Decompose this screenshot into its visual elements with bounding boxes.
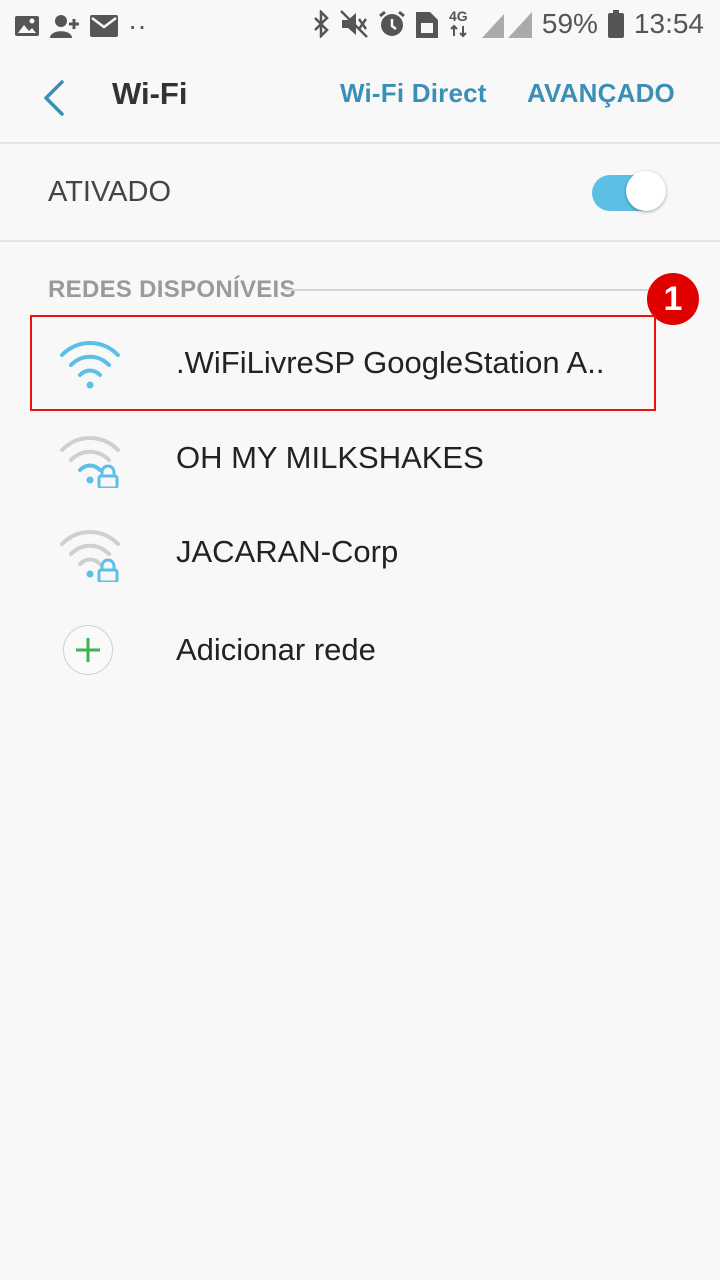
clock: 13:54 [633,8,704,39]
battery-percent: 59% [541,8,598,39]
battery-icon [607,10,624,38]
add-contact-icon [50,13,80,39]
status-dots: ·· [128,10,147,41]
section-line [285,289,665,291]
wifi-lock-icon [58,432,122,490]
toggle-label: ATIVADO [48,176,171,208]
network-name: OH MY MILKSHAKES [176,440,484,475]
image-icon [14,13,40,39]
status-bar: ·· 4G 59% 13:54 [0,0,720,50]
mute-icon [339,10,368,38]
sim-icon [415,10,438,38]
back-button[interactable] [38,78,74,118]
bluetooth-icon [312,10,330,38]
signal-icon [481,10,532,38]
app-header: Wi-Fi Wi-Fi Direct AVANÇADO [0,50,720,142]
network-icon: 4G [448,8,472,40]
mail-icon [90,15,118,37]
svg-text:4G: 4G [449,8,468,24]
wifi-switch[interactable] [592,171,668,213]
network-item[interactable]: JACARAN-Corp [0,504,720,598]
section-title: REDES DISPONÍVEIS [48,276,296,303]
add-network-label: Adicionar rede [176,632,376,667]
wifi-direct-button[interactable]: Wi-Fi Direct [340,78,487,109]
plus-icon [63,625,113,675]
toggle-divider [0,240,720,242]
page-title: Wi-Fi [112,76,188,111]
wifi-lock-icon [58,526,122,584]
network-item[interactable]: OH MY MILKSHAKES [0,410,720,504]
add-network-item[interactable]: Adicionar rede [0,602,720,696]
network-name: JACARAN-Corp [176,534,399,569]
alarm-icon [378,10,406,38]
highlight-box [30,315,656,411]
switch-knob [626,171,666,211]
back-arrow-icon [44,80,64,116]
wifi-toggle-row[interactable]: ATIVADO [0,144,720,240]
advanced-button[interactable]: AVANÇADO [527,78,675,109]
